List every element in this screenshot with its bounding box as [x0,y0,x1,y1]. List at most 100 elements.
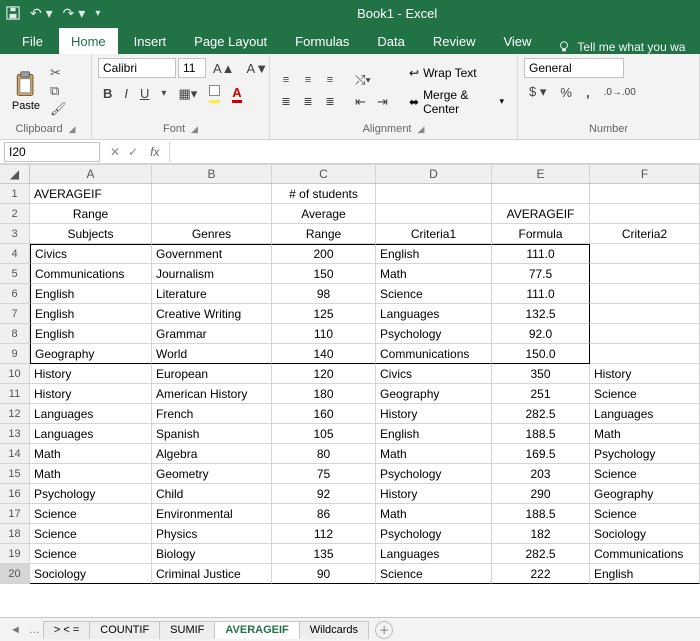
cell[interactable]: Science [590,504,700,524]
increase-decimal-icon[interactable]: .0→.00 [599,85,641,100]
cell[interactable]: 105 [272,424,376,444]
align-top-icon[interactable]: ≡ [276,70,296,90]
cell[interactable]: Languages [30,404,152,424]
cell[interactable]: 77.5 [492,264,590,284]
cell[interactable]: 251 [492,384,590,404]
column-header-E[interactable]: E [492,164,590,183]
row-header[interactable]: 7 [0,304,30,324]
cell[interactable]: 125 [272,304,376,324]
sheet-tab[interactable]: Wildcards [299,621,369,639]
align-left-icon[interactable]: ≣ [276,92,296,112]
column-header-D[interactable]: D [376,164,492,183]
cell[interactable]: Geography [30,344,152,364]
accounting-format-button[interactable]: $ ▾ [524,82,551,102]
percent-button[interactable]: % [555,83,577,102]
cell[interactable]: Criteria2 [590,224,700,244]
cell[interactable] [590,264,700,284]
cell[interactable]: Science [376,564,492,584]
cell[interactable]: Science [376,284,492,304]
cell[interactable]: Algebra [152,444,272,464]
column-header-A[interactable]: A [30,164,152,183]
undo-icon[interactable]: ↶ ▾ [30,5,53,22]
cell[interactable]: 110 [272,324,376,344]
row-header[interactable]: 15 [0,464,30,484]
cell[interactable]: Communications [590,544,700,564]
fx-icon[interactable]: fx [146,145,163,159]
cell[interactable]: English [30,324,152,344]
cell[interactable]: Science [30,524,152,544]
cell[interactable]: Geography [590,484,700,504]
cell[interactable]: Formula [492,224,590,244]
cell[interactable]: 86 [272,504,376,524]
cancel-formula-icon[interactable]: ✕ [110,145,120,159]
cell[interactable]: Range [272,224,376,244]
ribbon-tab-page-layout[interactable]: Page Layout [182,28,279,54]
column-header-C[interactable]: C [272,164,376,183]
cell[interactable]: 290 [492,484,590,504]
cell[interactable]: Communications [376,344,492,364]
cell[interactable]: Math [376,444,492,464]
cell[interactable]: 350 [492,364,590,384]
decrease-font-icon[interactable]: A▼ [242,59,274,78]
cell[interactable]: Criteria1 [376,224,492,244]
cell[interactable]: Psychology [30,484,152,504]
column-header-B[interactable]: B [152,164,272,183]
cell[interactable]: Grammar [152,324,272,344]
cell[interactable]: Psychology [376,464,492,484]
cell[interactable]: Government [152,244,272,264]
cell[interactable]: History [376,404,492,424]
cell[interactable]: 111.0 [492,244,590,264]
row-header[interactable]: 12 [0,404,30,424]
cell[interactable]: Math [30,464,152,484]
row-header[interactable]: 18 [0,524,30,544]
cell[interactable]: Geography [376,384,492,404]
font-size-combo[interactable] [178,58,206,78]
cell[interactable]: Science [590,384,700,404]
cell[interactable]: History [590,364,700,384]
cell[interactable]: 112 [272,524,376,544]
wrap-text-button[interactable]: ↩Wrap Text [402,63,511,83]
font-launcher-icon[interactable]: ◢ [191,124,198,135]
cell[interactable]: Civics [30,244,152,264]
cell[interactable]: Criminal Justice [152,564,272,584]
row-header[interactable]: 8 [0,324,30,344]
tell-me-search[interactable]: Tell me what you wa [557,40,685,54]
bold-button[interactable]: B [98,84,117,103]
sheet-nav-more-icon[interactable]: … [25,624,44,636]
row-header[interactable]: 5 [0,264,30,284]
cell[interactable]: English [376,424,492,444]
row-header[interactable]: 6 [0,284,30,304]
cell[interactable]: 150.0 [492,344,590,364]
clipboard-launcher-icon[interactable]: ◢ [69,124,76,135]
cell[interactable]: Languages [30,424,152,444]
cell[interactable] [152,204,272,224]
comma-style-button[interactable]: , [581,83,595,102]
cell[interactable]: Sociology [30,564,152,584]
cell[interactable]: European [152,364,272,384]
cell[interactable]: 92.0 [492,324,590,344]
font-color-button[interactable]: A [227,83,246,105]
cell[interactable] [590,344,700,364]
cell[interactable]: Range [30,204,152,224]
cell[interactable]: Journalism [152,264,272,284]
sheet-tab[interactable]: > < = [43,621,90,639]
align-bottom-icon[interactable]: ≡ [320,70,340,90]
cell[interactable]: 282.5 [492,404,590,424]
row-header[interactable]: 4 [0,244,30,264]
cell[interactable]: 135 [272,544,376,564]
ribbon-tab-formulas[interactable]: Formulas [283,28,361,54]
formula-bar[interactable] [169,142,700,162]
cell[interactable]: 182 [492,524,590,544]
cell[interactable]: AVERAGEIF [30,184,152,204]
row-header[interactable]: 2 [0,204,30,224]
row-header[interactable]: 13 [0,424,30,444]
cell[interactable]: English [30,284,152,304]
cell[interactable]: AVERAGEIF [492,204,590,224]
cell[interactable]: Average [272,204,376,224]
cell[interactable]: Science [30,544,152,564]
cell[interactable]: Math [590,424,700,444]
cell[interactable] [590,184,700,204]
cell[interactable]: History [30,384,152,404]
cell[interactable]: Math [376,264,492,284]
select-all-corner[interactable]: ◢ [0,164,30,183]
